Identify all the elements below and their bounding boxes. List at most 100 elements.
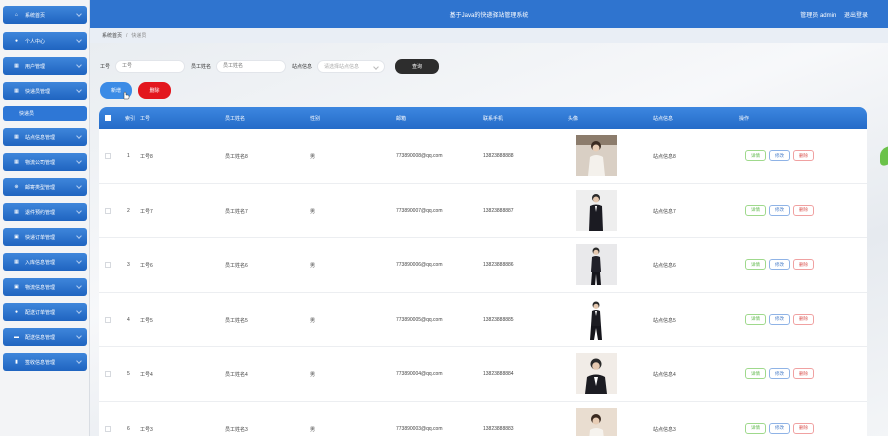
chevron-down-icon bbox=[76, 333, 82, 339]
cell-gender: 男 bbox=[310, 154, 316, 160]
edit-button[interactable]: 修改 bbox=[769, 368, 790, 379]
query-button[interactable]: 查询 bbox=[395, 58, 440, 74]
chevron-down-icon bbox=[76, 158, 82, 164]
cell-phone: 13823888885 bbox=[483, 316, 514, 323]
remove-button[interactable]: 删除 bbox=[793, 259, 814, 270]
grid-icon: ▦ bbox=[14, 159, 19, 165]
remove-button[interactable]: 删除 bbox=[793, 313, 814, 325]
sidebar-item-inbound[interactable]: ▦ 入库信息管理 bbox=[3, 253, 87, 271]
sidebar-subitem-courier[interactable]: 快递员 bbox=[3, 106, 87, 121]
courier-table: 索引 工号 员工姓名 性别 邮箱 联系手机 头像 站点信息 操作 1 工号8 员… bbox=[99, 107, 867, 436]
sidebar-item-delivery-order[interactable]: ● 配送订单管理 bbox=[3, 303, 87, 321]
sidebar-item-logistics-info[interactable]: ▣ 物流信息管理 bbox=[3, 278, 87, 296]
table-row: 6 工号3 员工姓名3 男 773890003@qq.com 138238888… bbox=[99, 401, 867, 436]
sidebar-item-label: 快递员管理 bbox=[25, 88, 51, 95]
cell-phone: 13823888883 bbox=[483, 425, 514, 432]
sidebar-item-return-booking[interactable]: ▦ 退件预约管理 bbox=[3, 203, 87, 221]
delete-button[interactable]: 删除 bbox=[138, 82, 171, 99]
sidebar-item-profile[interactable]: ● 个人中心 bbox=[3, 32, 87, 50]
name-label: 员工姓名 bbox=[191, 63, 212, 70]
sidebar-item-signoff[interactable]: ▮ 签收信息管理 bbox=[3, 353, 87, 371]
name-input[interactable] bbox=[216, 59, 287, 73]
row-checkbox[interactable] bbox=[105, 153, 111, 159]
sidebar-item-label: 用户管理 bbox=[25, 63, 46, 70]
user-area: 管理员 admin 退出登录 bbox=[794, 10, 868, 19]
sidebar-item-users[interactable]: ▦ 用户管理 bbox=[3, 57, 87, 75]
cell-phone: 13823888888 bbox=[483, 153, 514, 159]
cell-gender: 男 bbox=[310, 263, 316, 269]
col-name: 员工姓名 bbox=[225, 116, 246, 122]
tag-icon: ⊕ bbox=[14, 184, 19, 190]
cell-site: 站点信息8 bbox=[653, 154, 676, 160]
cell-email: 773890007@qq.com bbox=[396, 207, 443, 214]
chevron-down-icon bbox=[76, 283, 82, 289]
sidebar-item-logistics-company[interactable]: ▦ 物流公司管理 bbox=[3, 153, 87, 171]
cell-index: 5 bbox=[127, 371, 130, 377]
row-checkbox[interactable] bbox=[105, 207, 111, 214]
edit-button[interactable]: 修改 bbox=[769, 204, 790, 216]
grid-icon: ▦ bbox=[14, 88, 19, 94]
decorative-accent bbox=[880, 146, 888, 168]
cell-name: 员工姓名8 bbox=[225, 154, 248, 160]
avatar-photo bbox=[576, 244, 617, 285]
sidebar-item-delivery-info[interactable]: ▬ 配送信息管理 bbox=[3, 328, 87, 346]
detail-button[interactable]: 详情 bbox=[745, 259, 766, 270]
cell-email: 773890006@qq.com bbox=[396, 262, 443, 268]
chevron-down-icon bbox=[76, 358, 82, 364]
table-row: 2 工号7 员工姓名7 男 773890007@qq.com 138238888… bbox=[99, 183, 867, 238]
breadcrumb-home[interactable]: 系统首页 bbox=[102, 32, 122, 39]
cell-index: 3 bbox=[127, 262, 130, 268]
chevron-down-icon bbox=[76, 183, 82, 189]
cell-email: 773890005@qq.com bbox=[396, 316, 443, 323]
sidebar-item-site[interactable]: ▦ 站点信息管理 bbox=[3, 128, 87, 146]
avatar-photo bbox=[576, 189, 617, 231]
detail-button[interactable]: 详情 bbox=[745, 313, 766, 325]
cell-id: 工号7 bbox=[140, 208, 153, 215]
edit-button[interactable]: 修改 bbox=[769, 150, 790, 161]
col-avatar: 头像 bbox=[568, 116, 579, 122]
cell-index: 2 bbox=[127, 207, 130, 214]
edit-button[interactable]: 修改 bbox=[769, 313, 790, 325]
sidebar-item-mail-type[interactable]: ⊕ 邮寄类型管理 bbox=[3, 178, 87, 196]
avatar-photo bbox=[576, 135, 617, 176]
detail-button[interactable]: 详情 bbox=[745, 422, 766, 434]
logout-link[interactable]: 退出登录 bbox=[844, 13, 868, 19]
cursor-icon bbox=[123, 91, 130, 100]
chevron-down-icon bbox=[76, 62, 82, 68]
table-row: 3 工号6 员工姓名6 男 773890006@qq.com 138238888… bbox=[99, 238, 867, 293]
site-select[interactable]: 请选择站点信息 bbox=[317, 59, 386, 73]
row-checkbox[interactable] bbox=[105, 371, 111, 377]
sidebar-item-express-order[interactable]: ▣ 快递订单管理 bbox=[3, 228, 87, 246]
id-label: 工号 bbox=[100, 63, 111, 70]
chevron-down-icon bbox=[76, 308, 82, 314]
edit-button[interactable]: 修改 bbox=[769, 259, 790, 270]
sidebar-item-home[interactable]: ⌂ 系统首页 bbox=[3, 6, 87, 24]
detail-button[interactable]: 详情 bbox=[745, 150, 766, 161]
doc-icon: ▮ bbox=[15, 359, 18, 365]
sidebar-item-label: 邮寄类型管理 bbox=[25, 184, 56, 191]
detail-button[interactable]: 详情 bbox=[745, 204, 766, 216]
cell-gender: 男 bbox=[310, 317, 316, 324]
col-phone: 联系手机 bbox=[483, 116, 504, 122]
row-checkbox[interactable] bbox=[105, 425, 111, 432]
sidebar-item-courier-manage[interactable]: ▦ 快递员管理 bbox=[3, 82, 87, 100]
cell-site: 站点信息4 bbox=[653, 372, 676, 378]
id-input[interactable] bbox=[115, 59, 186, 73]
sidebar-item-label: 配送信息管理 bbox=[25, 334, 56, 341]
cell-gender: 男 bbox=[310, 208, 316, 215]
row-actions: 详情 修改 删除 bbox=[745, 204, 814, 216]
home-icon: ⌂ bbox=[14, 12, 19, 18]
detail-button[interactable]: 详情 bbox=[745, 368, 766, 379]
remove-button[interactable]: 删除 bbox=[793, 204, 814, 216]
breadcrumb-separator: / bbox=[126, 32, 128, 39]
select-all-checkbox[interactable] bbox=[105, 115, 111, 121]
remove-button[interactable]: 删除 bbox=[793, 422, 814, 434]
edit-button[interactable]: 修改 bbox=[769, 422, 790, 434]
remove-button[interactable]: 删除 bbox=[793, 150, 814, 161]
row-checkbox[interactable] bbox=[105, 316, 111, 323]
main-content: 工号 员工姓名 站点信息 请选择站点信息 查询 新增 删除 索引 工号 员工姓名… bbox=[90, 43, 888, 436]
remove-button[interactable]: 删除 bbox=[793, 368, 814, 379]
cell-gender: 男 bbox=[310, 426, 316, 433]
row-checkbox[interactable] bbox=[105, 262, 111, 268]
col-site: 站点信息 bbox=[653, 116, 674, 122]
